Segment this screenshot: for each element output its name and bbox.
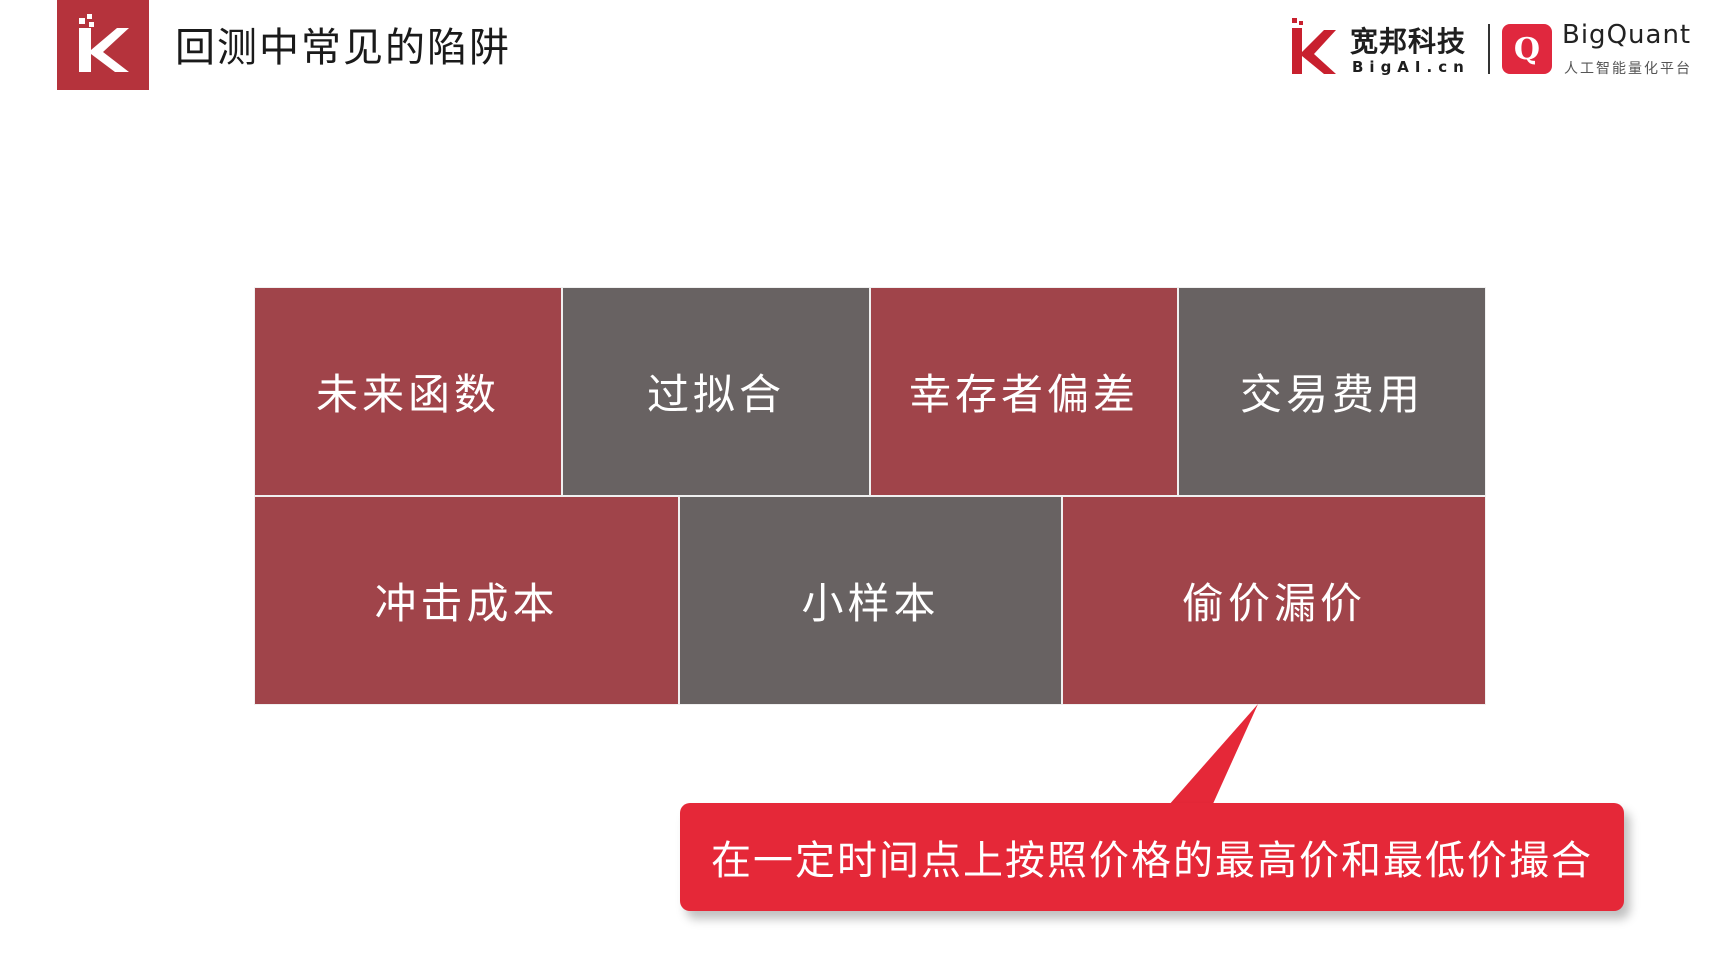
pitfall-grid: 未来函数 过拟合 幸存者偏差 交易费用 冲击成本 小样本 偷价漏价 [254, 287, 1486, 705]
pitfall-future-function: 未来函数 [254, 287, 562, 496]
pitfall-impact-cost: 冲击成本 [254, 496, 679, 705]
pitfall-transaction-fees: 交易费用 [1178, 287, 1486, 496]
slide: 回测中常见的陷阱 宽邦科技 BigAI.cn Q BigQuant 人工智能量化… [0, 0, 1728, 972]
brand-domain: BigAI.cn [1352, 58, 1470, 76]
pitfall-overfitting: 过拟合 [562, 287, 870, 496]
pitfall-small-sample: 小样本 [679, 496, 1062, 705]
pitfall-price-peeking: 偷价漏价 [1062, 496, 1486, 705]
brand-name-cn: 宽邦科技 [1350, 25, 1467, 58]
brand-block: 宽邦科技 BigAI.cn Q BigQuant 人工智能量化平台 [1290, 14, 1710, 84]
page-title: 回测中常见的陷阱 [175, 25, 511, 71]
pitfall-survivorship-bias: 幸存者偏差 [870, 287, 1178, 496]
bigquant-tagline: 人工智能量化平台 [1564, 61, 1692, 77]
brand-divider [1488, 24, 1490, 74]
callout-box: 在一定时间点上按照价格的最高价和最低价撮合 [680, 803, 1624, 911]
k-brand-icon [1292, 18, 1336, 74]
k-logo-icon [57, 0, 149, 90]
bigquant-badge-icon: Q [1502, 24, 1552, 74]
bigquant-name: BigQuant [1562, 20, 1692, 50]
